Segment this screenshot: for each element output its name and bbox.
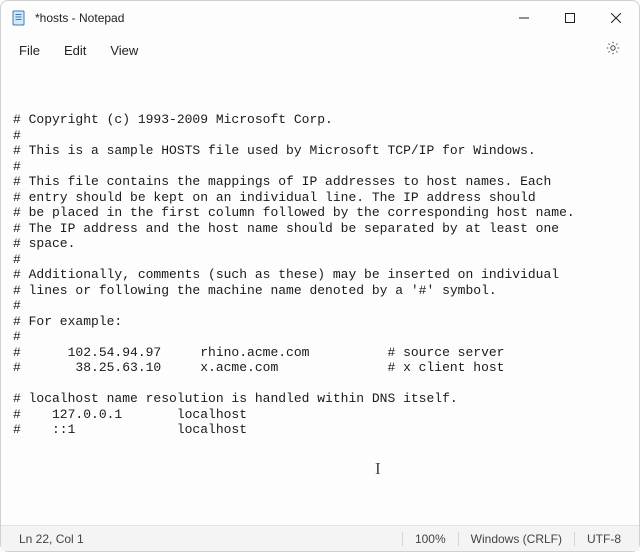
status-encoding: UTF-8 xyxy=(575,532,633,546)
editor-content[interactable]: # Copyright (c) 1993-2009 Microsoft Corp… xyxy=(13,112,627,438)
status-position: Ln 22, Col 1 xyxy=(7,532,96,546)
close-button[interactable] xyxy=(593,1,639,35)
status-line-ending: Windows (CRLF) xyxy=(459,532,574,546)
gear-icon xyxy=(605,40,621,56)
menubar: File Edit View xyxy=(1,35,639,67)
window-title: *hosts - Notepad xyxy=(35,11,124,25)
settings-button[interactable] xyxy=(595,36,631,65)
text-editor[interactable]: # Copyright (c) 1993-2009 Microsoft Corp… xyxy=(1,67,639,525)
minimize-button[interactable] xyxy=(501,1,547,35)
menu-file[interactable]: File xyxy=(9,39,50,62)
menu-view[interactable]: View xyxy=(100,39,148,62)
status-zoom: 100% xyxy=(403,532,458,546)
menu-edit[interactable]: Edit xyxy=(54,39,96,62)
titlebar: *hosts - Notepad xyxy=(1,1,639,35)
notepad-icon xyxy=(11,10,27,26)
app-window: *hosts - Notepad File Edit View xyxy=(0,0,640,552)
statusbar: Ln 22, Col 1 100% Windows (CRLF) UTF-8 xyxy=(1,525,639,551)
text-cursor-icon: I xyxy=(375,461,381,477)
maximize-button[interactable] xyxy=(547,1,593,35)
